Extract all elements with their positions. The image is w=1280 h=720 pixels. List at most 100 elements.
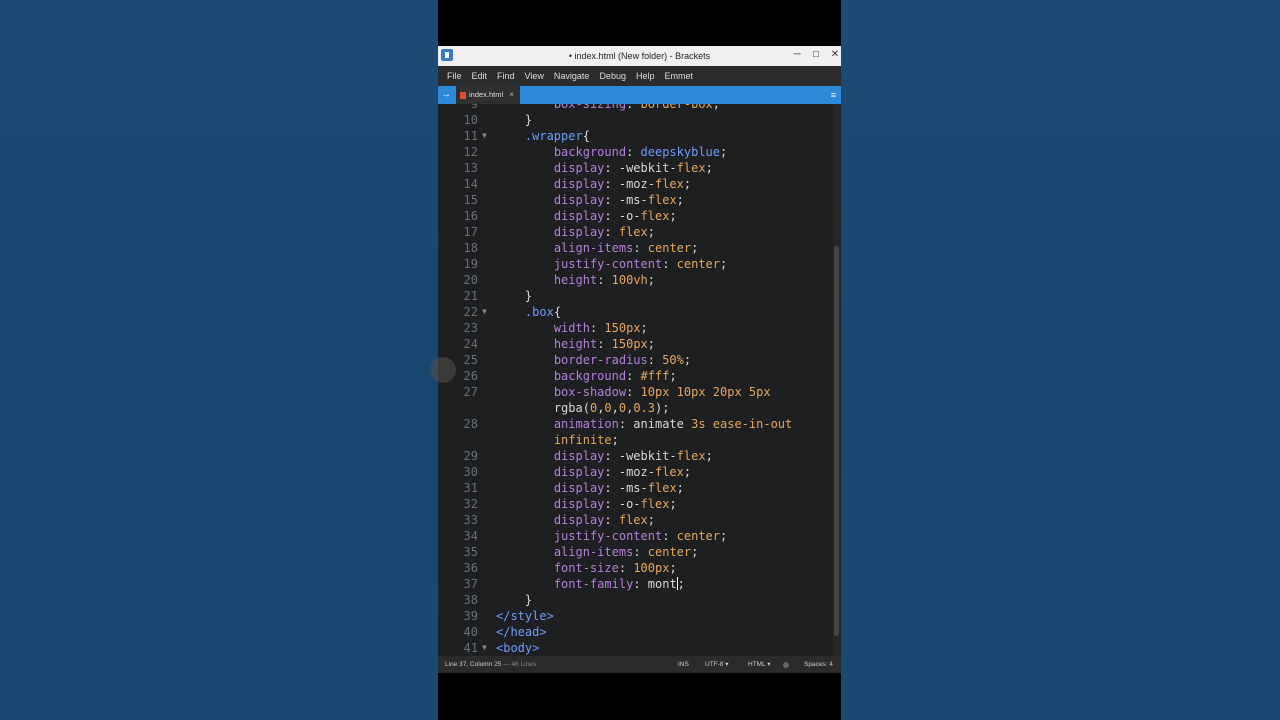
code-text: align-items: center; — [554, 544, 699, 560]
code-line[interactable]: 14 display: -moz-flex; — [438, 176, 841, 192]
code-line[interactable]: 13 display: -webkit-flex; — [438, 160, 841, 176]
code-line[interactable]: 23 width: 150px; — [438, 320, 841, 336]
code-line[interactable]: rgba(0,0,0,0.3); — [438, 400, 841, 416]
code-token: align-items — [553, 545, 634, 559]
menu-find[interactable]: Find — [492, 66, 520, 86]
arrow-right-icon[interactable]: → — [441, 86, 451, 104]
menu-help[interactable]: Help — [631, 66, 660, 86]
code-token: ; — [720, 257, 728, 271]
code-token: ; — [683, 465, 692, 479]
minimize-button[interactable]: ─ — [788, 46, 806, 64]
code-text: display: -webkit-flex; — [554, 448, 713, 464]
maximize-button[interactable]: □ — [807, 46, 825, 64]
code-line[interactable]: 24 height: 150px; — [438, 336, 841, 352]
close-button[interactable]: ✕ — [826, 46, 844, 64]
line-number: 24 — [463, 337, 478, 351]
code-token: : — [618, 561, 634, 575]
code-line[interactable]: 29 display: -webkit-flex; — [438, 448, 841, 464]
code-line[interactable]: 27 box-shadow: 10px 10px 20px 5px — [438, 384, 841, 400]
code-text: display: -moz-flex; — [554, 176, 691, 192]
code-token: flex — [640, 209, 670, 223]
code-token: 0.3 — [633, 401, 656, 415]
code-line[interactable]: infinite; — [438, 432, 841, 448]
code-line[interactable]: 18 align-items: center; — [438, 240, 841, 256]
code-line[interactable]: 12 background: deepskyblue; — [438, 144, 841, 160]
line-number: 32 — [463, 497, 478, 511]
code-line[interactable]: 10} — [438, 112, 841, 128]
scrollbar-thumb[interactable] — [834, 246, 839, 636]
code-line[interactable]: 16 display: -o-flex; — [438, 208, 841, 224]
line-number: 27 — [463, 385, 478, 399]
status-bar: Line 37, Column 25 — 46 Lines INS UTF-8 … — [438, 656, 841, 673]
code-token: display — [553, 177, 605, 191]
code-line[interactable]: 30 display: -moz-flex; — [438, 464, 841, 480]
code-line[interactable]: 25 border-radius: 50%; — [438, 352, 841, 368]
code-line[interactable]: 37 font-family: mont; — [438, 576, 841, 592]
code-line[interactable]: 9 box-sizing: border-box; — [438, 104, 841, 112]
line-number: 18 — [463, 241, 478, 255]
code-token: : — [626, 369, 641, 383]
code-token: display — [553, 481, 605, 495]
code-token: : — [604, 161, 619, 175]
code-line[interactable]: 22 ▼ .box{ — [438, 304, 841, 320]
code-line[interactable]: 39 </style> — [438, 608, 841, 624]
tab-close-icon[interactable]: × — [509, 86, 514, 104]
code-line[interactable]: 15 display: -ms-flex; — [438, 192, 841, 208]
hamburger-menu-icon[interactable]: ≡ — [831, 86, 836, 104]
linter-status-icon[interactable] — [783, 662, 789, 668]
tab-index-html[interactable]: index.html × — [456, 86, 520, 104]
code-line[interactable]: 28 animation: animate 3s ease-in-out — [438, 416, 841, 432]
code-line[interactable]: 32 display: -o-flex; — [438, 496, 841, 512]
fold-arrow-icon[interactable]: ▼ — [482, 640, 487, 656]
code-token: #fff — [640, 369, 670, 383]
code-line[interactable]: 41 ▼ <body> — [438, 640, 841, 656]
line-number: 22 — [463, 305, 478, 319]
code-line[interactable]: 38} — [438, 592, 841, 608]
code-line[interactable]: 19 justify-content: center; — [438, 256, 841, 272]
menu-emmet[interactable]: Emmet — [659, 66, 698, 86]
line-number: 37 — [463, 577, 478, 591]
code-token: { — [582, 129, 590, 143]
code-line[interactable]: 31 display: -ms-flex; — [438, 480, 841, 496]
encoding-select[interactable]: UTF-8 ▾ — [705, 656, 728, 673]
line-count: — 46 Lines — [503, 661, 537, 668]
code-line[interactable]: 26 background: #fff; — [438, 368, 841, 384]
code-token: ); — [655, 401, 670, 415]
menu-file[interactable]: File — [442, 66, 467, 86]
code-line[interactable]: 20 height: 100vh; — [438, 272, 841, 288]
cursor-position: Line 37, Column 25 — 46 Lines — [445, 656, 536, 673]
html-file-icon — [460, 91, 466, 99]
insert-mode-toggle[interactable]: INS — [678, 656, 689, 673]
title-bar: • index.html (New folder) - Brackets ─ □… — [438, 46, 841, 66]
code-token: animation — [553, 417, 619, 431]
language-select[interactable]: HTML ▾ — [748, 656, 771, 673]
code-token: -webkit- — [618, 449, 677, 463]
code-token: : — [633, 577, 648, 591]
menu-view[interactable]: View — [520, 66, 549, 86]
code-line[interactable]: 36 font-size: 100px; — [438, 560, 841, 576]
code-text: infinite; — [554, 432, 619, 448]
code-token: ; — [705, 449, 713, 463]
fold-arrow-icon[interactable]: ▼ — [482, 304, 487, 320]
code-line[interactable]: 21} — [438, 288, 841, 304]
code-token: ; — [705, 161, 713, 175]
fold-arrow-icon[interactable]: ▼ — [482, 128, 487, 144]
menu-navigate[interactable]: Navigate — [549, 66, 595, 86]
code-token: ; — [647, 225, 655, 239]
code-token: : — [604, 513, 619, 527]
line-number: 11 — [463, 129, 478, 143]
code-line[interactable]: 35 align-items: center; — [438, 544, 841, 560]
code-text: align-items: center; — [554, 240, 699, 256]
menu-edit[interactable]: Edit — [467, 66, 493, 86]
code-token: -ms- — [618, 481, 648, 495]
code-line[interactable]: 17 display: flex; — [438, 224, 841, 240]
menu-debug[interactable]: Debug — [594, 66, 631, 86]
code-line[interactable]: 33 display: flex; — [438, 512, 841, 528]
code-token: center — [647, 545, 692, 559]
code-editor[interactable]: 9 box-sizing: border-box; 10} 11 ▼ .wrapper{1… — [438, 104, 841, 656]
code-line[interactable]: 11 ▼ .wrapper{ — [438, 128, 841, 144]
code-line[interactable]: 40 </head> — [438, 624, 841, 640]
code-token: -o- — [618, 209, 641, 223]
code-line[interactable]: 34 justify-content: center; — [438, 528, 841, 544]
indent-spaces-setting[interactable]: Spaces: 4 — [804, 656, 833, 673]
